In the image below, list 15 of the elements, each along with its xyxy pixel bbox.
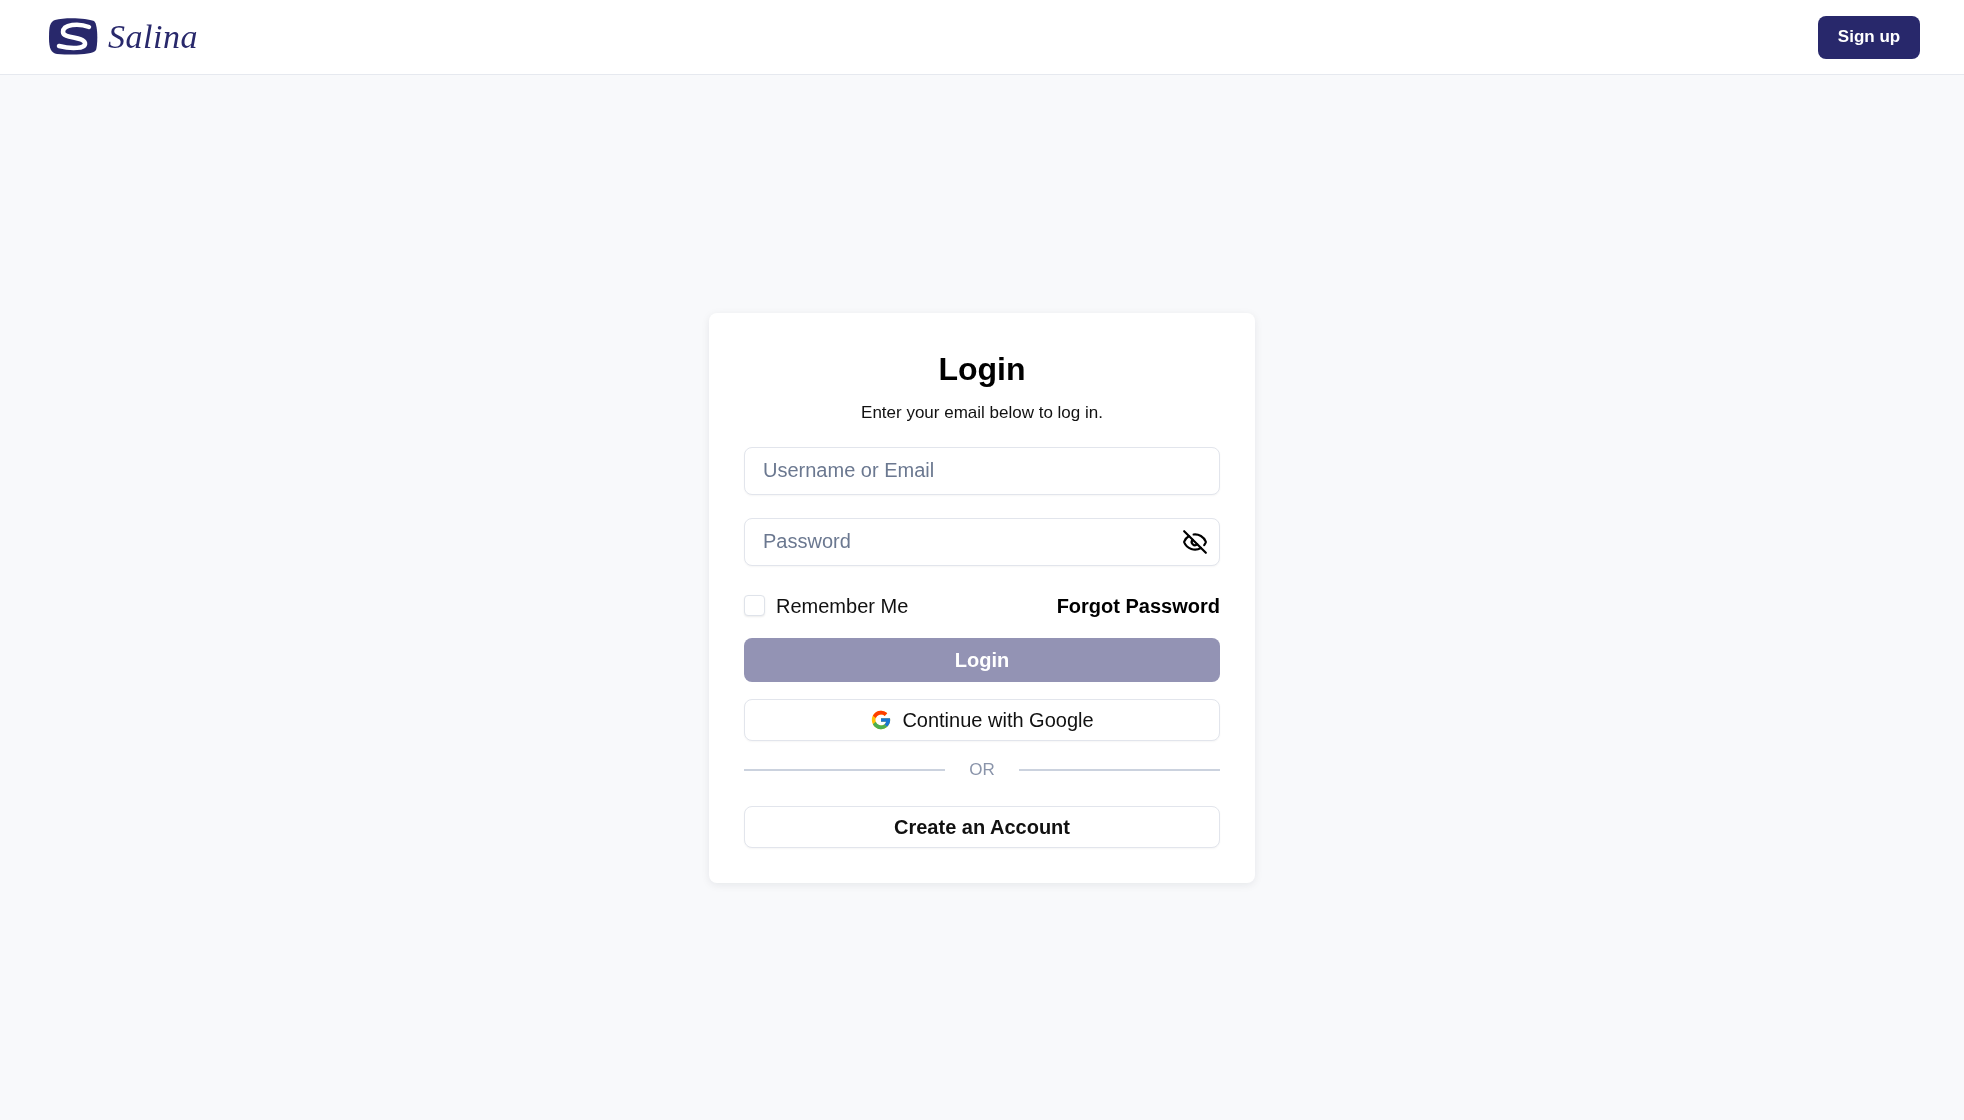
login-subtitle: Enter your email below to log in. — [860, 401, 1104, 424]
sign-up-button[interactable]: Sign up — [1818, 15, 1920, 59]
google-sign-in-button[interactable]: Continue with Google — [744, 698, 1220, 741]
remember-me-label: Remember Me — [776, 593, 909, 619]
password-field[interactable]: Password — [744, 517, 1220, 566]
eye-slash-icon[interactable] — [1182, 528, 1208, 555]
divider-or-text: OR — [969, 758, 995, 781]
login-title: Login — [937, 349, 1027, 389]
forgot-password-link[interactable]: Forgot Password — [1056, 590, 1220, 621]
logo-wordmark: Salina — [108, 20, 198, 54]
google-logo-icon — [870, 708, 893, 731]
remember-me-checkbox[interactable] — [744, 595, 765, 616]
logo-icon — [49, 18, 98, 56]
username-field[interactable]: Username or Email — [744, 446, 1220, 495]
create-account-button[interactable]: Create an Account — [744, 805, 1220, 848]
